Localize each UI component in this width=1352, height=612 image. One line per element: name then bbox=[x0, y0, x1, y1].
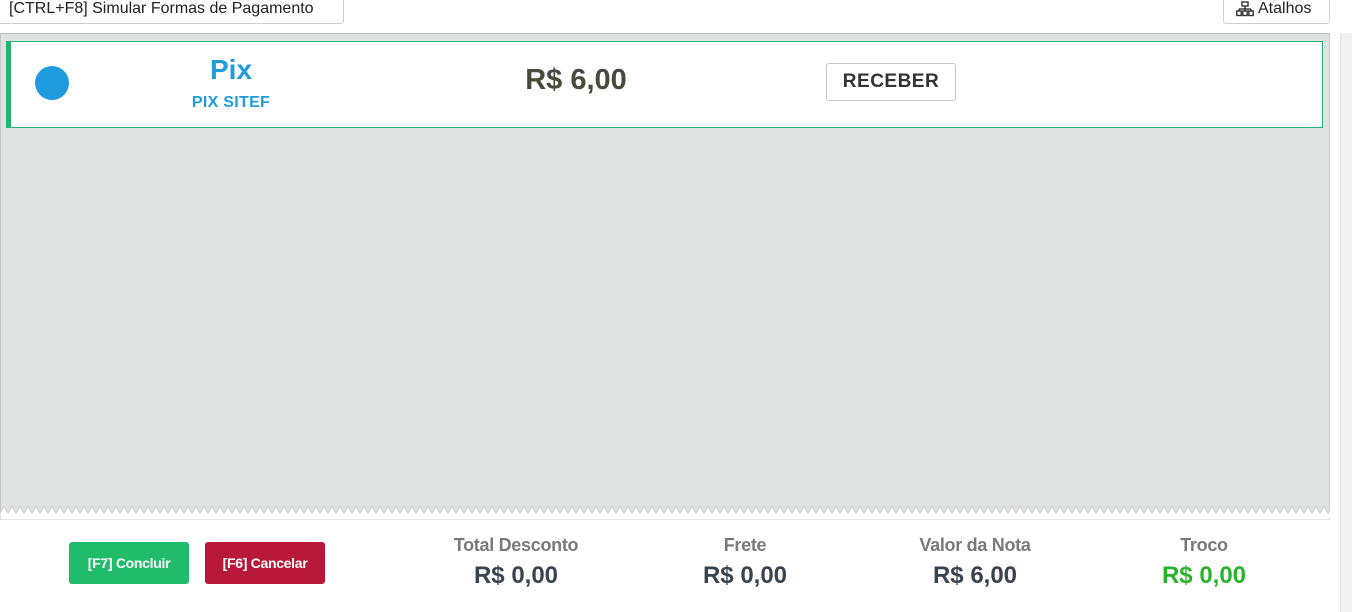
valor-nota-summary: Valor da Nota R$ 6,00 bbox=[865, 535, 1085, 590]
atalhos-button[interactable]: Atalhos bbox=[1223, 0, 1330, 24]
payment-method-card[interactable]: Pix PIX SITEF R$ 6,00 RECEBER bbox=[6, 41, 1323, 128]
payment-methods-panel: Pix PIX SITEF R$ 6,00 RECEBER bbox=[0, 33, 1330, 518]
total-desconto-value: R$ 0,00 bbox=[473, 562, 559, 589]
sitemap-icon bbox=[1236, 1, 1254, 17]
cancelar-button[interactable]: [F6] Cancelar bbox=[205, 542, 325, 584]
total-desconto-label: Total Desconto bbox=[453, 535, 579, 555]
payment-provider: PIX SITEF bbox=[191, 94, 271, 111]
frete-label: Frete bbox=[723, 535, 767, 555]
payment-method-name: Pix bbox=[209, 54, 253, 85]
simular-formas-pagamento-button[interactable]: [CTRL+F8] Simular Formas de Pagamento bbox=[0, 0, 344, 24]
atalhos-label: Atalhos bbox=[1258, 0, 1312, 17]
simular-label: [CTRL+F8] Simular Formas de Pagamento bbox=[9, 0, 314, 17]
troco-value: R$ 0,00 bbox=[1161, 562, 1247, 589]
troco-label: Troco bbox=[1180, 535, 1228, 555]
receber-button[interactable]: RECEBER bbox=[826, 63, 956, 101]
frete-value: R$ 0,00 bbox=[702, 562, 788, 589]
troco-summary: Troco R$ 0,00 bbox=[1094, 535, 1314, 590]
receipt-edge-divider bbox=[0, 506, 1330, 520]
total-desconto-summary: Total Desconto R$ 0,00 bbox=[406, 535, 626, 590]
vertical-scrollbar[interactable] bbox=[1340, 33, 1352, 612]
status-dot-icon bbox=[35, 66, 69, 100]
payment-value: R$ 6,00 bbox=[525, 64, 627, 96]
top-toolbar: [CTRL+F8] Simular Formas de Pagamento At… bbox=[0, 0, 1352, 32]
valor-nota-label: Valor da Nota bbox=[919, 535, 1031, 555]
concluir-button[interactable]: [F7] Concluir bbox=[69, 542, 189, 584]
frete-summary: Frete R$ 0,00 bbox=[635, 535, 855, 590]
footer-summary: [F7] Concluir [F6] Cancelar Total Descon… bbox=[0, 520, 1340, 612]
valor-nota-value: R$ 6,00 bbox=[932, 562, 1018, 589]
